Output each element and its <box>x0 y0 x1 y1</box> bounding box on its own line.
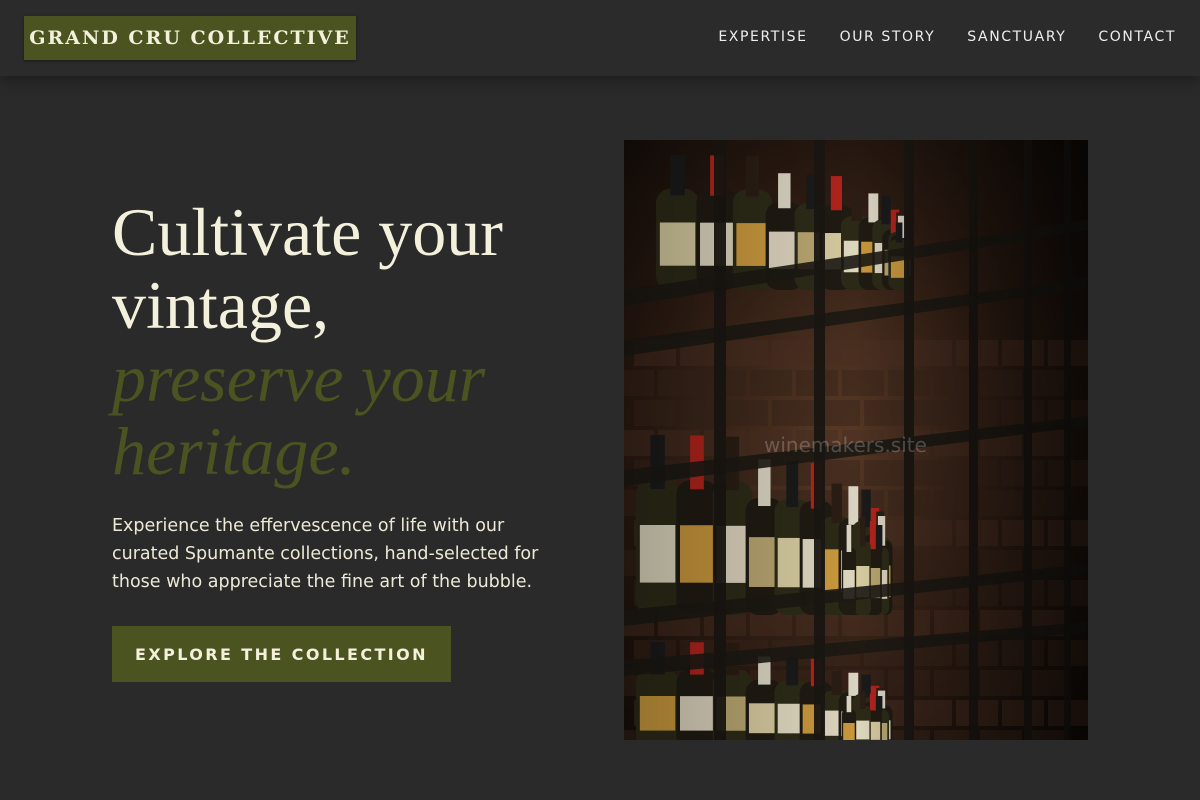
hero-text-block: Cultivate your vintage, preserve your he… <box>112 196 592 596</box>
nav-link-contact[interactable]: CONTACT <box>1098 28 1176 46</box>
explore-collection-button[interactable]: EXPLORE THE COLLECTION <box>112 626 451 682</box>
image-watermark: winemakers.site <box>764 433 927 457</box>
nav-link-our-story[interactable]: OUR STORY <box>840 28 936 46</box>
headline-accent: preserve your heritage. <box>112 340 486 489</box>
wine-cellar-illustration: winemakers.site <box>624 140 1088 740</box>
nav-link-sanctuary[interactable]: SANCTUARY <box>967 28 1066 46</box>
hero-headline: Cultivate your vintage, preserve your he… <box>112 196 592 488</box>
main-nav: EXPERTISE OUR STORY SANCTUARY CONTACT <box>718 28 1176 46</box>
hero-description: Experience the effervescence of life wit… <box>112 516 539 592</box>
brand-logo[interactable]: GRAND CRU COLLECTIVE <box>24 16 356 60</box>
top-navigation-bar: GRAND CRU COLLECTIVE EXPERTISE OUR STORY… <box>0 0 1200 76</box>
headline-primary: Cultivate your vintage, <box>112 194 503 343</box>
nav-link-expertise[interactable]: EXPERTISE <box>718 28 807 46</box>
wine-cellar-photo: winemakers.site <box>624 140 1088 740</box>
